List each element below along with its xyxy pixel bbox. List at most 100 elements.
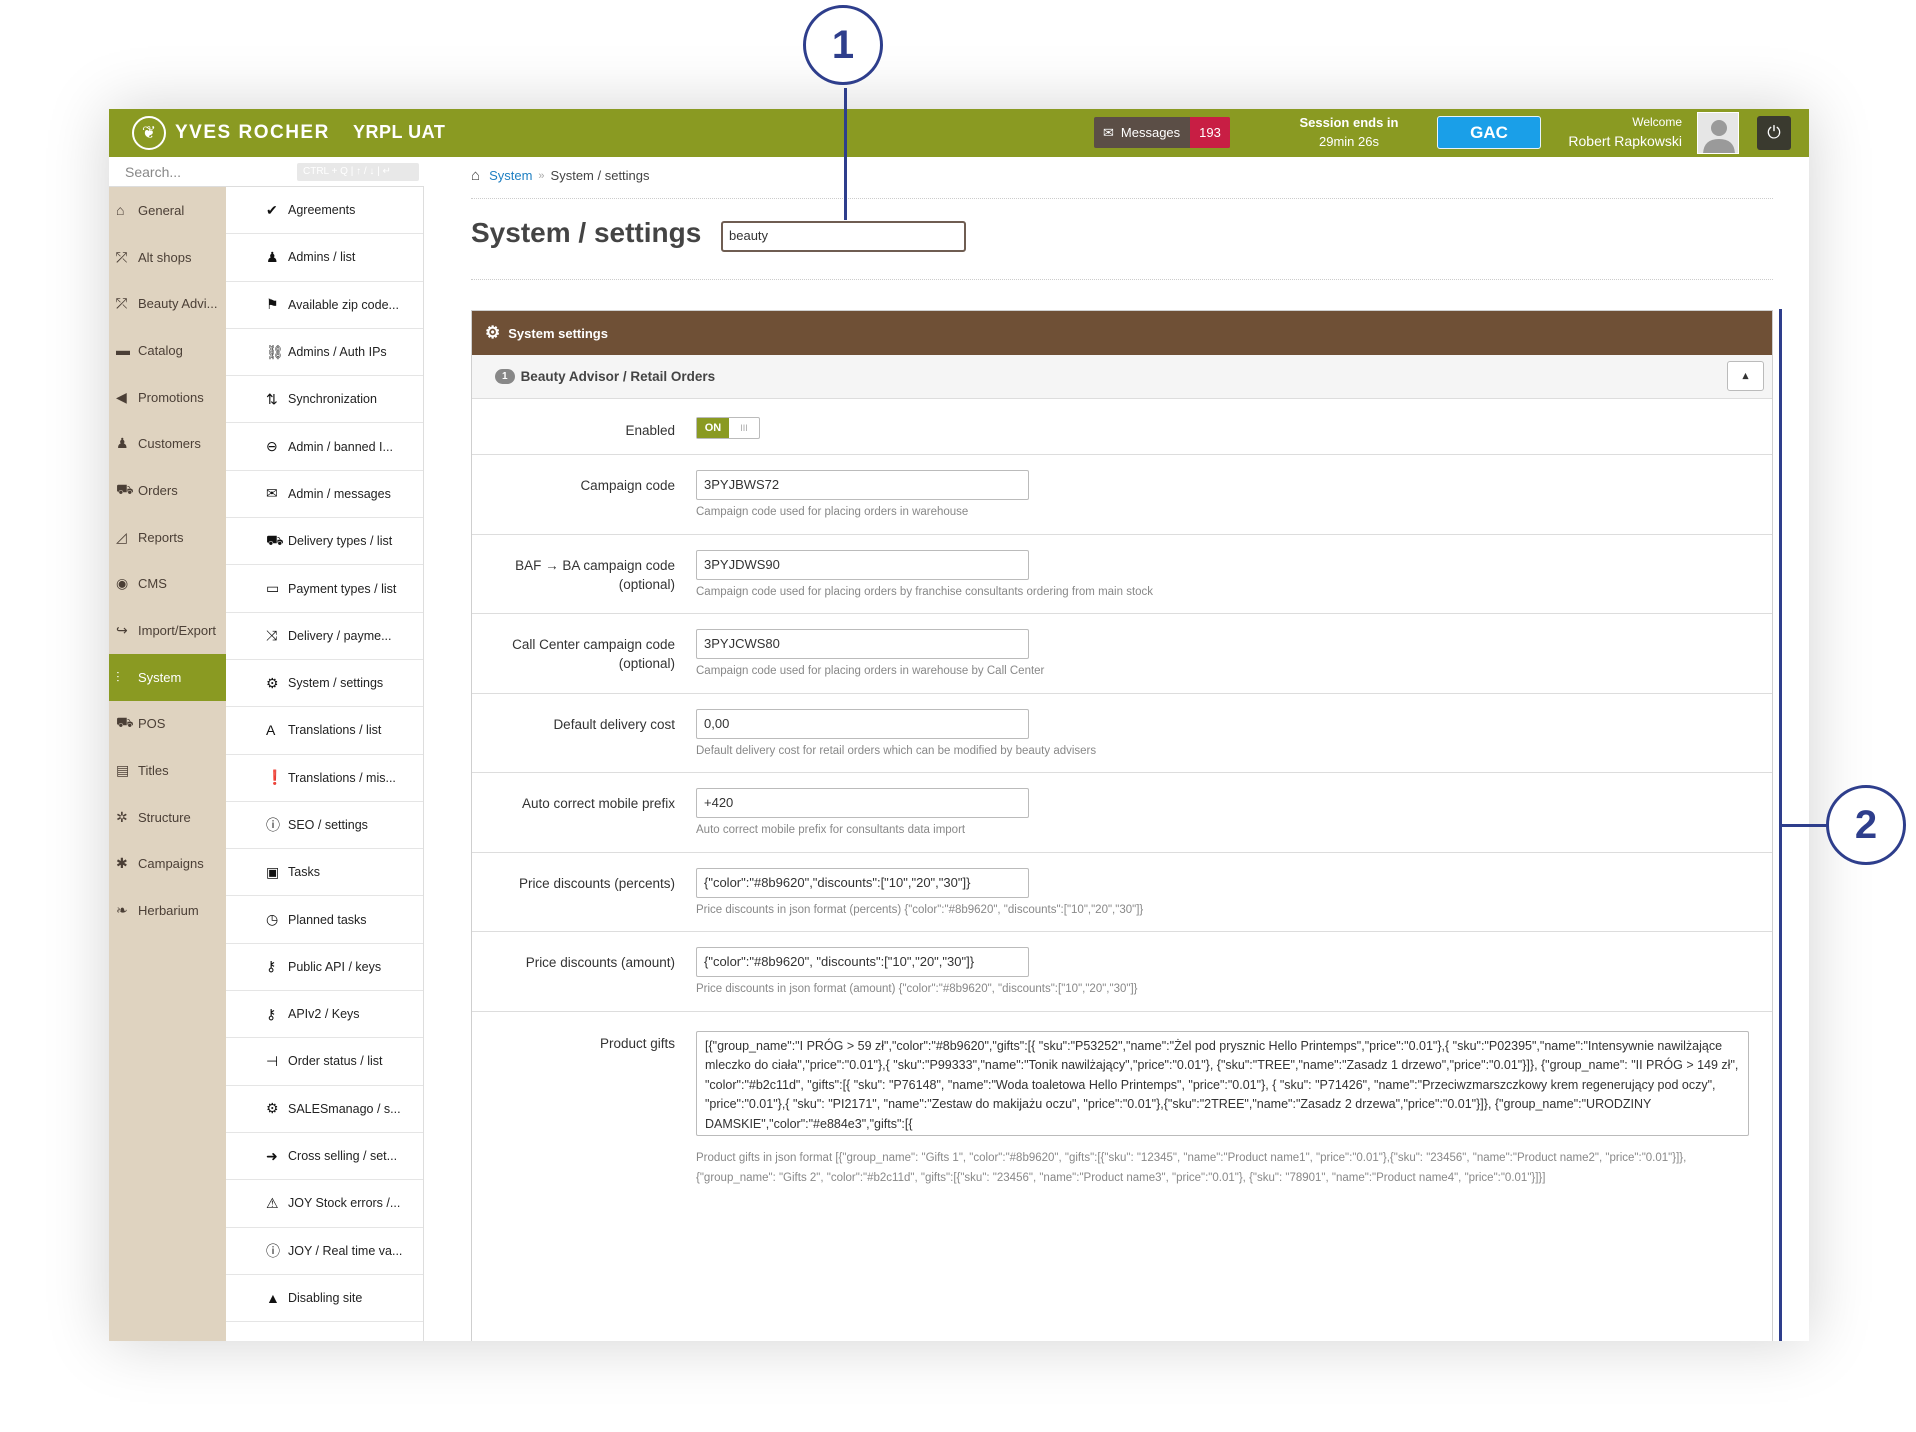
subnav-item-delivery-types-list[interactable]: ⛟ Delivery types / list: [226, 518, 423, 566]
nav-item-titles[interactable]: ▤ Titles: [109, 747, 226, 794]
subnav-item-disabling-site[interactable]: ▲ Disabling site: [226, 1275, 423, 1323]
subnav-item-planned-tasks[interactable]: ◷ Planned tasks: [226, 896, 423, 944]
subnav-item-label: Disabling site: [288, 1290, 363, 1305]
subnav-item-salesmanago-s[interactable]: ⚙ SALESmanago / s...: [226, 1086, 423, 1133]
subnav-item-apiv2-keys[interactable]: ⚷ APIv2 / Keys: [226, 991, 423, 1039]
sub-nav-list: ✔ Agreements ♟ Admins / list ⚑ Available zip …: [226, 187, 423, 1323]
setting-label-optional: (optional): [618, 576, 675, 592]
subnav-item-synchronization[interactable]: ⇅ Synchronization: [226, 376, 423, 424]
subnav-item-joy-real-time-va[interactable]: ⓘ JOY / Real time va...: [226, 1228, 423, 1275]
search-input[interactable]: Search... CTRL + Q | ↑ / ↓ | ↵: [109, 157, 424, 187]
messages-count-badge: 193: [1190, 117, 1230, 148]
setting-input[interactable]: {"color":"#8b9620", "discounts":["10","2…: [696, 947, 1029, 977]
setting-label: Product gifts: [599, 1035, 675, 1051]
setting-input[interactable]: 3PYJBWS72: [696, 470, 1029, 500]
subnav-item-payment-types-list[interactable]: ▭ Payment types / list: [226, 565, 423, 613]
gear-icon: ⚙: [266, 1100, 279, 1117]
setting-input[interactable]: +420: [696, 788, 1029, 818]
nav-item-cms[interactable]: ◉ CMS: [109, 561, 226, 608]
subnav-item-admin-banned-i[interactable]: ⊖ Admin / banned I...: [226, 423, 423, 471]
subnav-item-translations-mis[interactable]: ❗ Translations / mis...: [226, 755, 423, 802]
top-bar: ❦ YVES ROCHER YRPL UAT ✉ Messages 193 Se…: [109, 109, 1809, 157]
envelope-icon: ✉: [1103, 124, 1114, 140]
home-icon[interactable]: ⌂: [471, 167, 480, 184]
shuffle-icon: ⤨: [266, 627, 278, 644]
subnav-item-delivery-payme[interactable]: ⤨ Delivery / payme...: [226, 613, 423, 660]
settings-filter-input[interactable]: beauty: [721, 221, 966, 252]
section-header[interactable]: 1 Beauty Advisor / Retail Orders ▴: [472, 355, 1772, 399]
gear-icon: ⚙: [266, 674, 279, 691]
subnav-item-available-zip-code[interactable]: ⚑ Available zip code...: [226, 282, 423, 329]
setting-label-line: Campaign code: [580, 478, 675, 493]
subnav-item-seo-settings[interactable]: ⓘ SEO / settings: [226, 802, 423, 850]
nav-item-reports[interactable]: ◿ Reports: [109, 514, 226, 561]
setting-row-product-gifts: Product gifts [{"group_name":"I PRÓG > 5…: [472, 1012, 1772, 1184]
nav-item-label: Promotions: [138, 389, 204, 405]
nav-item-general[interactable]: ⌂ General: [109, 187, 226, 234]
setting-help-text: Campaign code used for placing orders in…: [696, 665, 1045, 677]
share-icon: ⤱: [116, 295, 128, 312]
nav-item-orders[interactable]: ⛟ Orders: [109, 467, 226, 514]
nav-item-pos[interactable]: ⛟ POS: [109, 701, 226, 748]
subnav-item-label: Synchronization: [288, 392, 377, 407]
user-name[interactable]: Robert Rapkowski: [1552, 132, 1682, 151]
nav-item-customers[interactable]: ♟ Customers: [109, 420, 226, 467]
session-title: Session ends in: [1299, 115, 1399, 130]
subnav-item-admin-messages[interactable]: ✉ Admin / messages: [226, 471, 423, 519]
nav-item-label: Import/Export: [138, 623, 217, 639]
avatar[interactable]: [1697, 112, 1739, 154]
subnav-item-label: Tasks: [288, 865, 320, 880]
breadcrumb-link-system[interactable]: System: [489, 168, 532, 183]
power-icon: ⏻: [1767, 123, 1781, 142]
setting-label-line: Call Center campaign code: [512, 637, 675, 652]
subnav-item-system-settings[interactable]: ⚙ System / settings: [226, 660, 423, 708]
setting-input[interactable]: 0,00: [696, 708, 1029, 739]
subnav-item-joy-stock-errors[interactable]: ⚠ JOY Stock errors /...: [226, 1180, 423, 1228]
main-content: ⌂ System » System / settings System / se…: [424, 157, 1809, 1341]
nav-item-catalog[interactable]: ▬ Catalog: [109, 327, 226, 374]
subnav-item-tasks[interactable]: ▣ Tasks: [226, 849, 423, 897]
breadcrumb: ⌂ System » System / settings: [471, 167, 650, 184]
setting-row: Auto correct mobile prefix +420 Auto corre…: [472, 773, 1772, 853]
nav-item-import-export[interactable]: ↪ Import/Export: [109, 607, 226, 654]
setting-input[interactable]: {"color":"#8b9620","discounts":["10","20…: [696, 867, 1029, 898]
gac-button[interactable]: GAC: [1437, 116, 1541, 149]
minus-circle-icon: ⊖: [266, 438, 278, 455]
setting-help-text: Auto correct mobile prefix for consultan…: [696, 824, 966, 836]
nav-item-system[interactable]: ⫶ System: [109, 653, 226, 701]
subnav-item-label: SALESmanago / s...: [288, 1101, 401, 1116]
product-gifts-textarea[interactable]: [{"group_name":"I PRÓG > 59 zł","color":…: [696, 1030, 1749, 1136]
nav-item-herbarium[interactable]: ❧ Herbarium: [109, 887, 226, 934]
subnav-item-admins-auth-ips[interactable]: ⛓ Admins / Auth IPs: [226, 329, 423, 377]
nav-item-promotions[interactable]: ◀ Promotions: [109, 374, 226, 421]
nav-item-label: POS: [138, 716, 166, 732]
power-button[interactable]: ⏻: [1757, 116, 1791, 150]
subnav-item-cross-selling-set[interactable]: ➜ Cross selling / set...: [226, 1133, 423, 1181]
breadcrumb-separator: »: [538, 169, 545, 182]
enabled-toggle[interactable]: ON III: [696, 417, 760, 439]
subnav-item-public-api-keys[interactable]: ⚷ Public API / keys: [226, 944, 423, 992]
setting-input[interactable]: 3PYJDWS90: [696, 549, 1029, 580]
subnav-item-order-status-list[interactable]: ⊣ Order status / list: [226, 1038, 423, 1086]
nav-item-campaigns[interactable]: ✱ Campaigns: [109, 841, 226, 888]
subnav-item-label: SEO / settings: [288, 818, 368, 832]
toggle-on-label: ON: [697, 418, 729, 438]
nav-item-alt-shops[interactable]: ⤱ Alt shops: [109, 234, 226, 281]
nav-item-beauty-advi[interactable]: ⤱ Beauty Advi...: [109, 280, 226, 327]
setting-label-line: Auto correct mobile prefix: [521, 796, 675, 811]
nav-item-structure[interactable]: ✲ Structure: [109, 794, 226, 841]
messages-button[interactable]: ✉ Messages 193: [1094, 117, 1230, 148]
sort-toggle-button[interactable]: ▴: [1727, 361, 1764, 391]
sort-icon: ▴: [1742, 370, 1749, 382]
callout-2: 2: [1826, 785, 1906, 865]
subnav-item-admins-list[interactable]: ♟ Admins / list: [226, 234, 423, 282]
check-icon: ✔: [266, 201, 278, 218]
subnav-item-agreements[interactable]: ✔ Agreements: [226, 187, 423, 235]
setting-label-line: Price discounts (amount): [525, 955, 675, 970]
nav-item-label: Titles: [138, 763, 169, 779]
logo[interactable]: ❦ YVES ROCHER: [132, 115, 330, 151]
subnav-item-translations-list[interactable]: A Translations / list: [226, 707, 423, 755]
subnav-item-label: Translations / mis...: [288, 770, 396, 785]
setting-input[interactable]: 3PYJCWS80: [696, 629, 1029, 659]
clipboard-icon: ▣: [266, 863, 280, 880]
